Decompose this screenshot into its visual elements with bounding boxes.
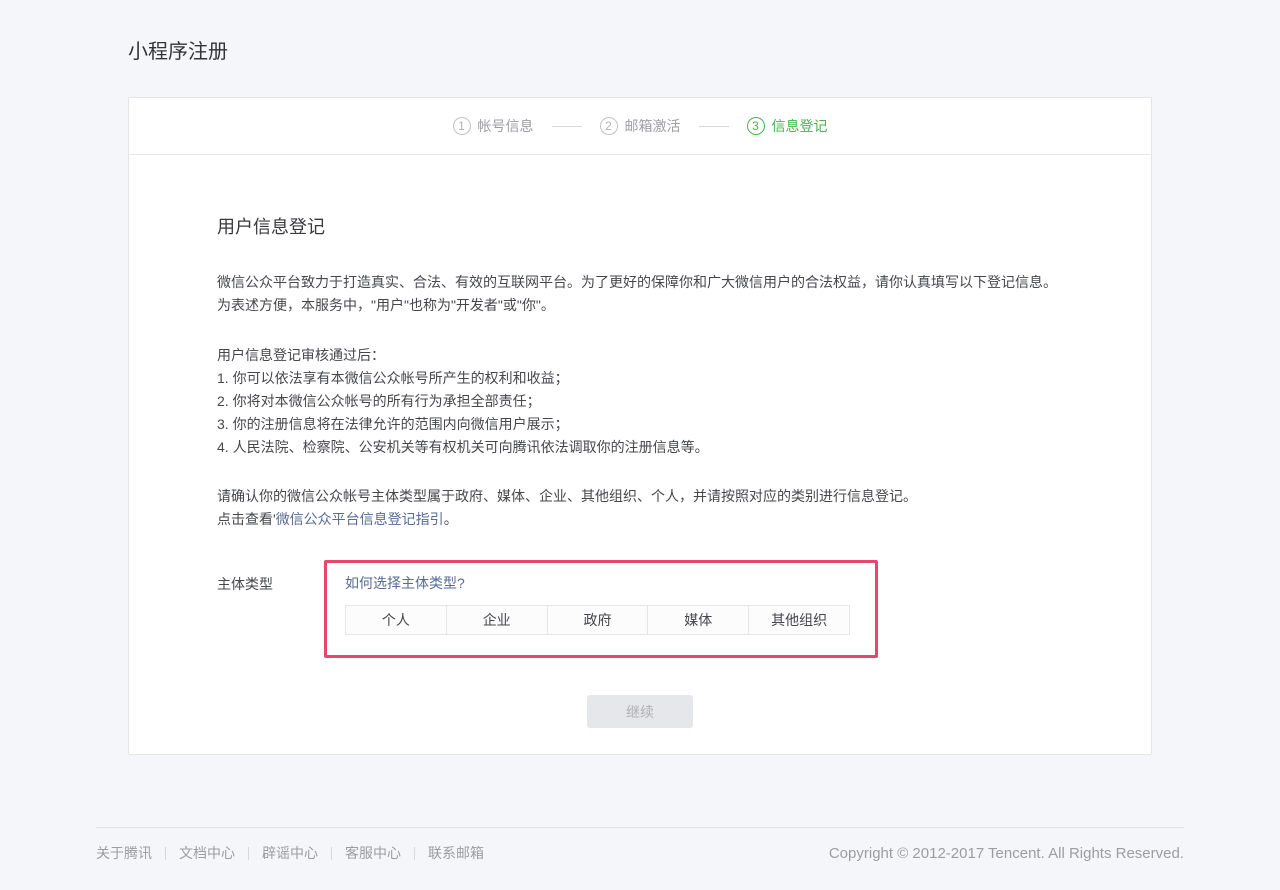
- tab-media[interactable]: 媒体: [647, 606, 748, 634]
- step-1-label: 帐号信息: [478, 116, 534, 136]
- list-item: 1. 你可以依法享有本微信公众帐号所产生的权利和收益；: [217, 367, 1063, 390]
- subject-type-row: 主体类型 如何选择主体类型? 个人 企业 政府 媒体 其他组织: [217, 560, 1063, 658]
- list-item: 3. 你的注册信息将在法律允许的范围内向微信用户展示；: [217, 413, 1063, 436]
- copyright: Copyright © 2012-2017 Tencent. All Right…: [829, 845, 1184, 862]
- review-list: 用户信息登记审核通过后： 1. 你可以依法享有本微信公众帐号所产生的权利和收益；…: [217, 344, 1063, 459]
- intro-line-2: 为表述方便，本服务中，"用户"也称为"开发者"或"你"。: [217, 297, 555, 313]
- page: 小程序注册 1 帐号信息 2 邮箱激活 3 信息登记 用户信息登记 微信公众平台…: [0, 0, 1280, 863]
- step-connector: [552, 126, 582, 127]
- list-item: 4. 人民法院、检察院、公安机关等有权机关可向腾讯依法调取你的注册信息等。: [217, 436, 1063, 459]
- tab-personal[interactable]: 个人: [346, 606, 446, 634]
- subject-type-tabs: 个人 企业 政府 媒体 其他组织: [345, 605, 850, 635]
- step-email-activation: 2 邮箱激活: [600, 116, 681, 136]
- footer-divider: [414, 847, 415, 860]
- step-2-label: 邮箱激活: [625, 116, 681, 136]
- subject-type-highlight-box: 如何选择主体类型? 个人 企业 政府 媒体 其他组织: [324, 560, 878, 658]
- step-3-circle-icon: 3: [747, 117, 765, 135]
- tab-enterprise[interactable]: 企业: [446, 606, 547, 634]
- footer-link-contact-email[interactable]: 联系邮箱: [428, 843, 484, 863]
- list-item: 2. 你将对本微信公众帐号的所有行为承担全部责任；: [217, 390, 1063, 413]
- continue-row: 继续: [217, 695, 1063, 728]
- list-title: 用户信息登记审核通过后：: [217, 344, 1063, 367]
- tab-government[interactable]: 政府: [547, 606, 648, 634]
- subject-help-link[interactable]: 如何选择主体类型?: [345, 573, 465, 594]
- tab-other-org[interactable]: 其他组织: [748, 606, 849, 634]
- page-title: 小程序注册: [128, 38, 1280, 66]
- view-prefix: 点击查看': [217, 511, 276, 527]
- confirm-paragraph: 请确认你的微信公众帐号主体类型属于政府、媒体、企业、其他组织、个人，并请按照对应…: [217, 485, 1063, 531]
- footer-link-rumor-center[interactable]: 辟谣中心: [262, 843, 318, 863]
- footer: 关于腾讯 文档中心 辟谣中心 客服中心 联系邮箱 Copyright © 201…: [96, 827, 1184, 863]
- step-1-circle-icon: 1: [453, 117, 471, 135]
- footer-link-about-tencent[interactable]: 关于腾讯: [96, 843, 152, 863]
- footer-link-doc-center[interactable]: 文档中心: [179, 843, 235, 863]
- step-info-registration: 3 信息登记: [747, 116, 828, 136]
- intro-line-1: 微信公众平台致力于打造真实、合法、有效的互联网平台。为了更好的保障你和广大微信用…: [217, 274, 1057, 290]
- step-connector: [699, 126, 729, 127]
- footer-link-service-center[interactable]: 客服中心: [345, 843, 401, 863]
- footer-links: 关于腾讯 文档中心 辟谣中心 客服中心 联系邮箱: [96, 843, 484, 863]
- subject-type-label: 主体类型: [217, 560, 324, 658]
- section-heading: 用户信息登记: [217, 214, 1063, 240]
- card-body: 用户信息登记 微信公众平台致力于打造真实、合法、有效的互联网平台。为了更好的保障…: [129, 155, 1151, 754]
- footer-divider: [331, 847, 332, 860]
- stepper: 1 帐号信息 2 邮箱激活 3 信息登记: [129, 98, 1151, 155]
- footer-divider: [248, 847, 249, 860]
- step-3-label: 信息登记: [772, 116, 828, 136]
- confirm-line: 请确认你的微信公众帐号主体类型属于政府、媒体、企业、其他组织、个人，并请按照对应…: [217, 488, 917, 504]
- registration-card: 1 帐号信息 2 邮箱激活 3 信息登记 用户信息登记 微信公众平台致力于打造真…: [128, 97, 1152, 755]
- intro-paragraph: 微信公众平台致力于打造真实、合法、有效的互联网平台。为了更好的保障你和广大微信用…: [217, 271, 1063, 317]
- footer-divider: [165, 847, 166, 860]
- guide-link[interactable]: 微信公众平台信息登记指引: [276, 511, 444, 527]
- step-account-info: 1 帐号信息: [453, 116, 534, 136]
- step-2-circle-icon: 2: [600, 117, 618, 135]
- view-suffix: 。: [444, 511, 458, 527]
- continue-button[interactable]: 继续: [587, 695, 693, 728]
